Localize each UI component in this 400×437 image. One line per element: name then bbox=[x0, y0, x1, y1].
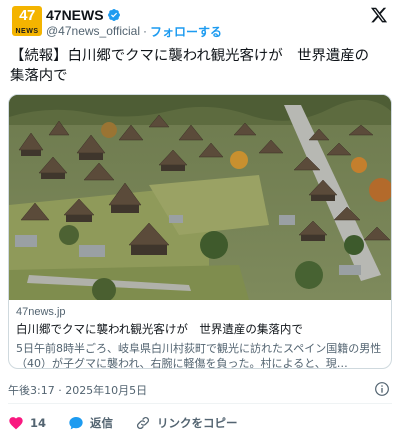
card-title[interactable]: 白川郷でクマに襲われ観光客けが 世界遺産の集落内で bbox=[16, 321, 303, 337]
handle-row: @47news_official · フォローする bbox=[46, 23, 222, 40]
link-card[interactable]: 47news.jp 白川郷でクマに襲われ観光客けが 世界遺産の集落内で 5日午前… bbox=[8, 94, 392, 369]
avatar-sub: NEWS bbox=[15, 28, 39, 35]
reply-bubble-icon bbox=[69, 417, 83, 430]
avatar-number: 47 bbox=[19, 7, 35, 24]
handle[interactable]: @47news_official bbox=[46, 24, 140, 38]
tweet-header: 47 NEWS 47NEWS @47news_official · フォローする bbox=[8, 4, 392, 40]
reply-label: 返信 bbox=[90, 416, 114, 430]
card-image-village[interactable] bbox=[9, 95, 392, 300]
tweet-text: 【続報】白川郷でクマに襲われ観光客けが 世界遺産の 集落内で bbox=[10, 48, 370, 84]
verified-badge-icon bbox=[107, 9, 120, 21]
heart-icon bbox=[9, 417, 23, 430]
copy-link-label: リンクをコピー bbox=[157, 416, 238, 430]
copy-link-button[interactable]: リンクをコピー bbox=[135, 415, 238, 431]
action-bar: 14 返信 リンクをコピー bbox=[8, 413, 260, 433]
divider bbox=[8, 403, 392, 404]
card-description: 5日午前8時半ごろ、岐阜県白川村荻町で観光に訪れたスペイン国籍の男性（40）が子… bbox=[16, 342, 382, 369]
avatar[interactable]: 47 NEWS bbox=[12, 6, 42, 36]
like-button[interactable]: 14 bbox=[8, 415, 46, 431]
separator-dot: · bbox=[143, 24, 148, 38]
link-icon bbox=[136, 416, 150, 430]
card-domain: 47news.jp bbox=[16, 306, 66, 318]
follow-button[interactable]: フォローする bbox=[150, 23, 222, 40]
x-logo-icon[interactable] bbox=[370, 6, 388, 24]
display-name[interactable]: 47NEWS bbox=[46, 7, 104, 23]
name-row: 47NEWS bbox=[46, 7, 121, 23]
like-count: 14 bbox=[30, 416, 47, 430]
info-icon[interactable] bbox=[374, 381, 390, 397]
card-meta: 47news.jp 白川郷でクマに襲われ観光客けが 世界遺産の集落内で 5日午前… bbox=[9, 300, 391, 369]
tweet-timestamp[interactable]: 午後3:17 · 2025年10月5日 bbox=[8, 382, 147, 398]
reply-button[interactable]: 返信 bbox=[68, 415, 113, 431]
